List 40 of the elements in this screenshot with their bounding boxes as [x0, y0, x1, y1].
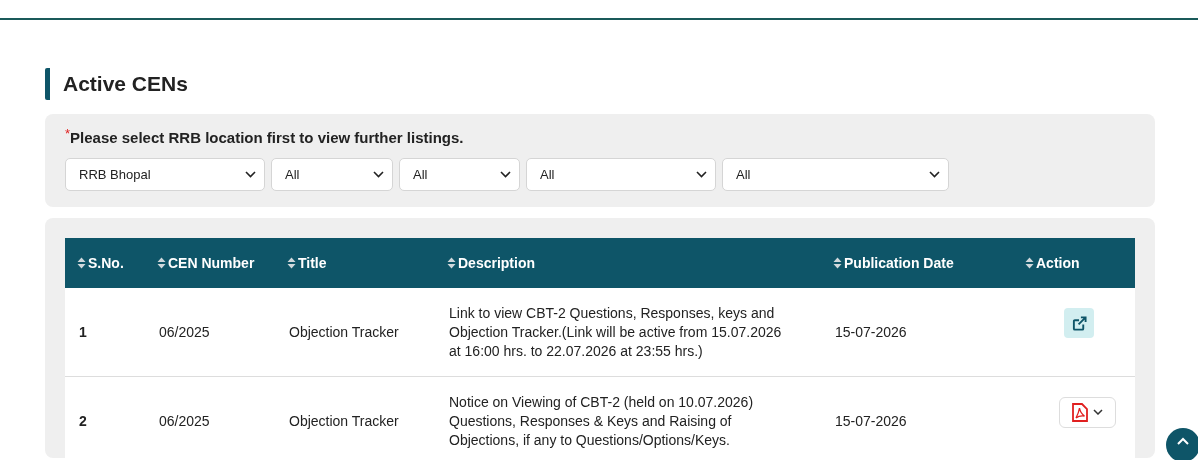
- chevron-down-icon: [373, 171, 384, 178]
- table-cell: 06/2025: [159, 323, 210, 340]
- scroll-to-top-button[interactable]: [1166, 428, 1198, 460]
- pdf-dropdown-button[interactable]: [1058, 396, 1116, 428]
- dropdown-select[interactable]: All: [722, 158, 949, 191]
- table-cell-text: Notice on Viewing of CBT-2 (held on 10.07.2026) Questions, Responses & Keys and Raising of Objections, if any to Questions/Options/Keys.: [449, 392, 755, 450]
- chevron-up-icon: [1177, 437, 1189, 445]
- sort-icon: [833, 256, 842, 269]
- column-header[interactable]: S.No.: [77, 254, 124, 271]
- dropdown-select[interactable]: All: [526, 158, 716, 191]
- filter-instruction: Please select RRB location first to view further listings.: [70, 128, 464, 148]
- table-cell: 06/2025: [159, 412, 210, 429]
- dropdown-select[interactable]: All: [399, 158, 520, 191]
- table-cell: 1: [79, 323, 87, 340]
- dropdown-select[interactable]: RRB Bhopal: [65, 158, 265, 191]
- table-cell: Objection Tracker: [289, 412, 399, 429]
- sort-icon: [287, 256, 296, 269]
- table-cell: Objection Tracker: [289, 323, 399, 340]
- table-cell-text: Link to view CBT-2 Questions, Responses, keys and Objection Tracker.(Link will be active from 15.07.2026 at 16:00 hrs. to 22.07.2026 at 23:55 hrs.): [449, 303, 783, 361]
- table-cell: 15-07-2026: [835, 323, 907, 340]
- chevron-down-icon: [696, 171, 707, 178]
- column-header[interactable]: Description: [447, 254, 535, 271]
- column-header[interactable]: Action: [1025, 254, 1080, 271]
- chevron-down-icon: [500, 171, 511, 178]
- chevron-down-icon: [929, 171, 940, 178]
- sort-icon: [447, 256, 456, 269]
- dropdown-select[interactable]: All: [271, 158, 393, 191]
- table-cell: 2: [79, 412, 87, 429]
- sort-icon: [157, 256, 166, 269]
- sort-icon: [77, 256, 86, 269]
- chevron-down-icon: [245, 171, 256, 178]
- external-link-icon: [1071, 315, 1087, 331]
- pdf-file-icon: [1071, 402, 1088, 422]
- sort-icon: [1025, 256, 1034, 269]
- chevron-down-icon: [1092, 409, 1103, 415]
- section-heading: Active CENs: [45, 68, 1155, 100]
- open-link-button[interactable]: [1064, 308, 1094, 338]
- required-mark: *: [65, 128, 71, 140]
- column-header[interactable]: Title: [287, 254, 327, 271]
- table-cell: 15-07-2026: [835, 412, 907, 429]
